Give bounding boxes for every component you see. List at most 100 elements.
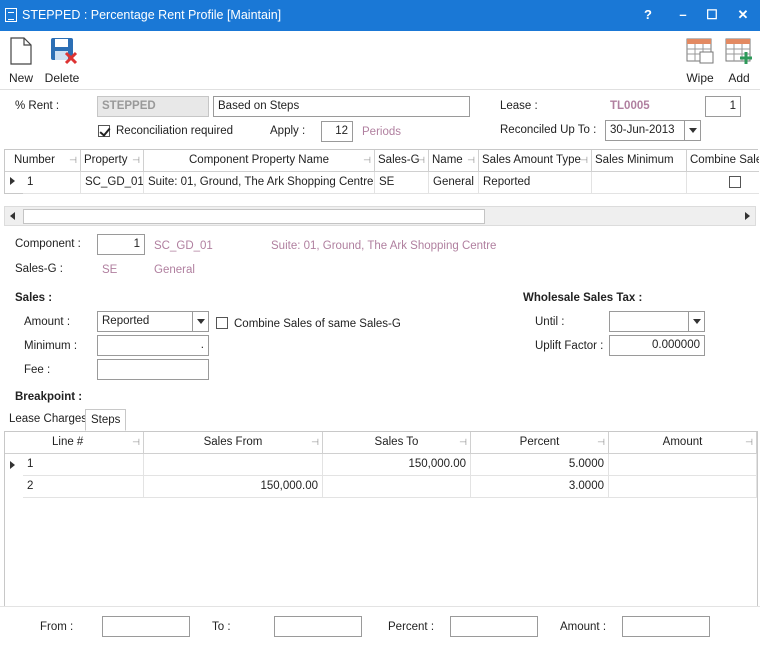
sales-g-label: Sales-G :	[15, 263, 63, 275]
delete-button[interactable]: Delete	[42, 31, 82, 89]
chevron-down-icon[interactable]	[688, 312, 704, 331]
until-select[interactable]	[609, 311, 705, 332]
cell-property[interactable]: SC_GD_01	[81, 172, 144, 194]
chevron-down-icon[interactable]	[192, 312, 208, 331]
amount-footer-label: Amount :	[560, 621, 607, 633]
row-indicator-icon	[10, 461, 15, 469]
cell-amount[interactable]	[609, 454, 757, 476]
pin-icon[interactable]: ⊣	[69, 155, 77, 166]
cell-sales-to[interactable]	[323, 476, 471, 498]
combine-sales-label: Combine Sales of same Sales-G	[234, 318, 401, 330]
lease-label: Lease :	[500, 100, 538, 112]
cell-sales-minimum[interactable]	[592, 172, 687, 194]
breakpoint-heading: Breakpoint :	[15, 391, 83, 403]
cell-sales-g[interactable]: SE	[375, 172, 429, 194]
component-grid: Number ⊣ Property ⊣ Component Property Nam…	[4, 149, 759, 194]
rent-label: % Rent :	[15, 100, 60, 112]
horizontal-scrollbar[interactable]	[4, 206, 756, 226]
from-label: From :	[40, 621, 74, 633]
column-header-sales-g[interactable]: Sales-G ⊣	[375, 150, 429, 172]
cell-combine-sales[interactable]	[687, 172, 759, 194]
pin-icon[interactable]: ⊣	[467, 155, 475, 166]
cell-sales-from[interactable]	[144, 454, 323, 476]
wipe-label: Wipe	[686, 71, 714, 85]
new-button[interactable]: New	[4, 31, 38, 89]
chevron-down-icon[interactable]	[684, 121, 700, 140]
from-field[interactable]	[102, 616, 190, 637]
cell-sales-from[interactable]: 150,000.00	[144, 476, 323, 498]
column-header-line[interactable]: Line # ⊣	[5, 432, 144, 454]
combine-sales-checkbox[interactable]	[729, 176, 741, 188]
tab-steps[interactable]: Steps	[85, 409, 127, 431]
amount-field[interactable]	[622, 616, 710, 637]
rent-description-field[interactable]: Based on Steps	[213, 96, 470, 117]
percent-label: Percent :	[388, 621, 435, 633]
delete-label: Delete	[44, 71, 80, 85]
cell-name[interactable]: General	[429, 172, 479, 194]
cell-line[interactable]: 2	[23, 476, 144, 498]
reconciled-label: Reconciled Up To :	[500, 124, 597, 136]
uplift-field[interactable]: 0.000000	[609, 335, 705, 356]
tab-lease-charges[interactable]: Lease Charges	[4, 409, 92, 431]
periods-label: Periods	[362, 126, 401, 138]
rent-code-field: STEPPED	[97, 96, 209, 117]
cell-component-name[interactable]: Suite: 01, Ground, The Ark Shopping Cent…	[144, 172, 375, 194]
row-indicator-icon	[10, 177, 15, 185]
column-header-amount[interactable]: Amount ⊣	[609, 432, 757, 454]
sales-g-code: SE	[102, 264, 118, 276]
column-header-amount-type[interactable]: Sales Amount Type ⊣	[479, 150, 592, 172]
component-number-field[interactable]: 1	[97, 234, 145, 255]
sales-g-name: General	[154, 264, 195, 276]
column-header-sales-minimum[interactable]: Sales Minimum	[592, 150, 687, 172]
apply-field[interactable]: 12	[321, 121, 353, 142]
pin-icon[interactable]: ⊣	[132, 155, 140, 166]
cell-line[interactable]: 1	[23, 454, 144, 476]
pin-icon[interactable]: ⊣	[459, 437, 467, 448]
pin-icon[interactable]: ⊣	[580, 155, 588, 166]
column-header-name[interactable]: Name ⊣	[429, 150, 479, 172]
reconciliation-checkbox[interactable]	[98, 125, 110, 137]
to-field[interactable]	[274, 616, 362, 637]
scroll-left-icon[interactable]	[10, 212, 15, 220]
combine-sales-same-checkbox[interactable]	[216, 317, 228, 329]
pin-icon[interactable]: ⊣	[132, 437, 140, 448]
help-button[interactable]: ?	[638, 6, 658, 24]
component-label: Component :	[15, 238, 81, 250]
maximize-button[interactable]: ☐	[702, 6, 722, 24]
column-header-sales-to[interactable]: Sales To ⊣	[323, 432, 471, 454]
add-button[interactable]: Add	[722, 31, 756, 89]
fee-field[interactable]	[97, 359, 209, 380]
column-header-property[interactable]: Property ⊣	[81, 150, 144, 172]
pin-icon[interactable]: ⊣	[417, 155, 425, 166]
column-header-combine-sales[interactable]: Combine Sale	[687, 150, 759, 172]
fee-label: Fee :	[24, 364, 51, 376]
close-button[interactable]: ✕	[733, 6, 753, 24]
cell-sales-to[interactable]: 150,000.00	[323, 454, 471, 476]
cell-amount[interactable]	[609, 476, 757, 498]
column-header-percent[interactable]: Percent ⊣	[471, 432, 609, 454]
column-header-component-name[interactable]: Component Property Name ⊣	[144, 150, 375, 172]
pin-icon[interactable]: ⊣	[363, 155, 371, 166]
percent-field[interactable]	[450, 616, 538, 637]
minimize-button[interactable]: –	[673, 6, 693, 24]
column-header-sales-from[interactable]: Sales From ⊣	[144, 432, 323, 454]
cell-number[interactable]: 1	[23, 172, 81, 194]
reconciled-date-select[interactable]: 30-Jun-2013	[605, 120, 701, 141]
delete-save-icon	[51, 38, 78, 65]
scroll-right-icon[interactable]	[745, 212, 750, 220]
cell-percent[interactable]: 3.0000	[471, 476, 609, 498]
wipe-button[interactable]: Wipe	[682, 31, 718, 89]
app-grid-icon	[5, 8, 17, 22]
amount-type-select[interactable]: Reported	[97, 311, 209, 332]
cell-amount-type[interactable]: Reported	[479, 172, 592, 194]
lease-number-field[interactable]: 1	[705, 96, 741, 117]
column-header-number[interactable]: Number ⊣	[5, 150, 81, 172]
scrollbar-thumb[interactable]	[23, 209, 485, 224]
pin-icon[interactable]: ⊣	[597, 437, 605, 448]
add-grid-icon	[725, 38, 752, 64]
pin-icon[interactable]: ⊣	[745, 437, 753, 448]
pin-icon[interactable]: ⊣	[311, 437, 319, 448]
minimum-field[interactable]: .	[97, 335, 209, 356]
cell-percent[interactable]: 5.0000	[471, 454, 609, 476]
amount-type-value: Reported	[102, 315, 150, 327]
